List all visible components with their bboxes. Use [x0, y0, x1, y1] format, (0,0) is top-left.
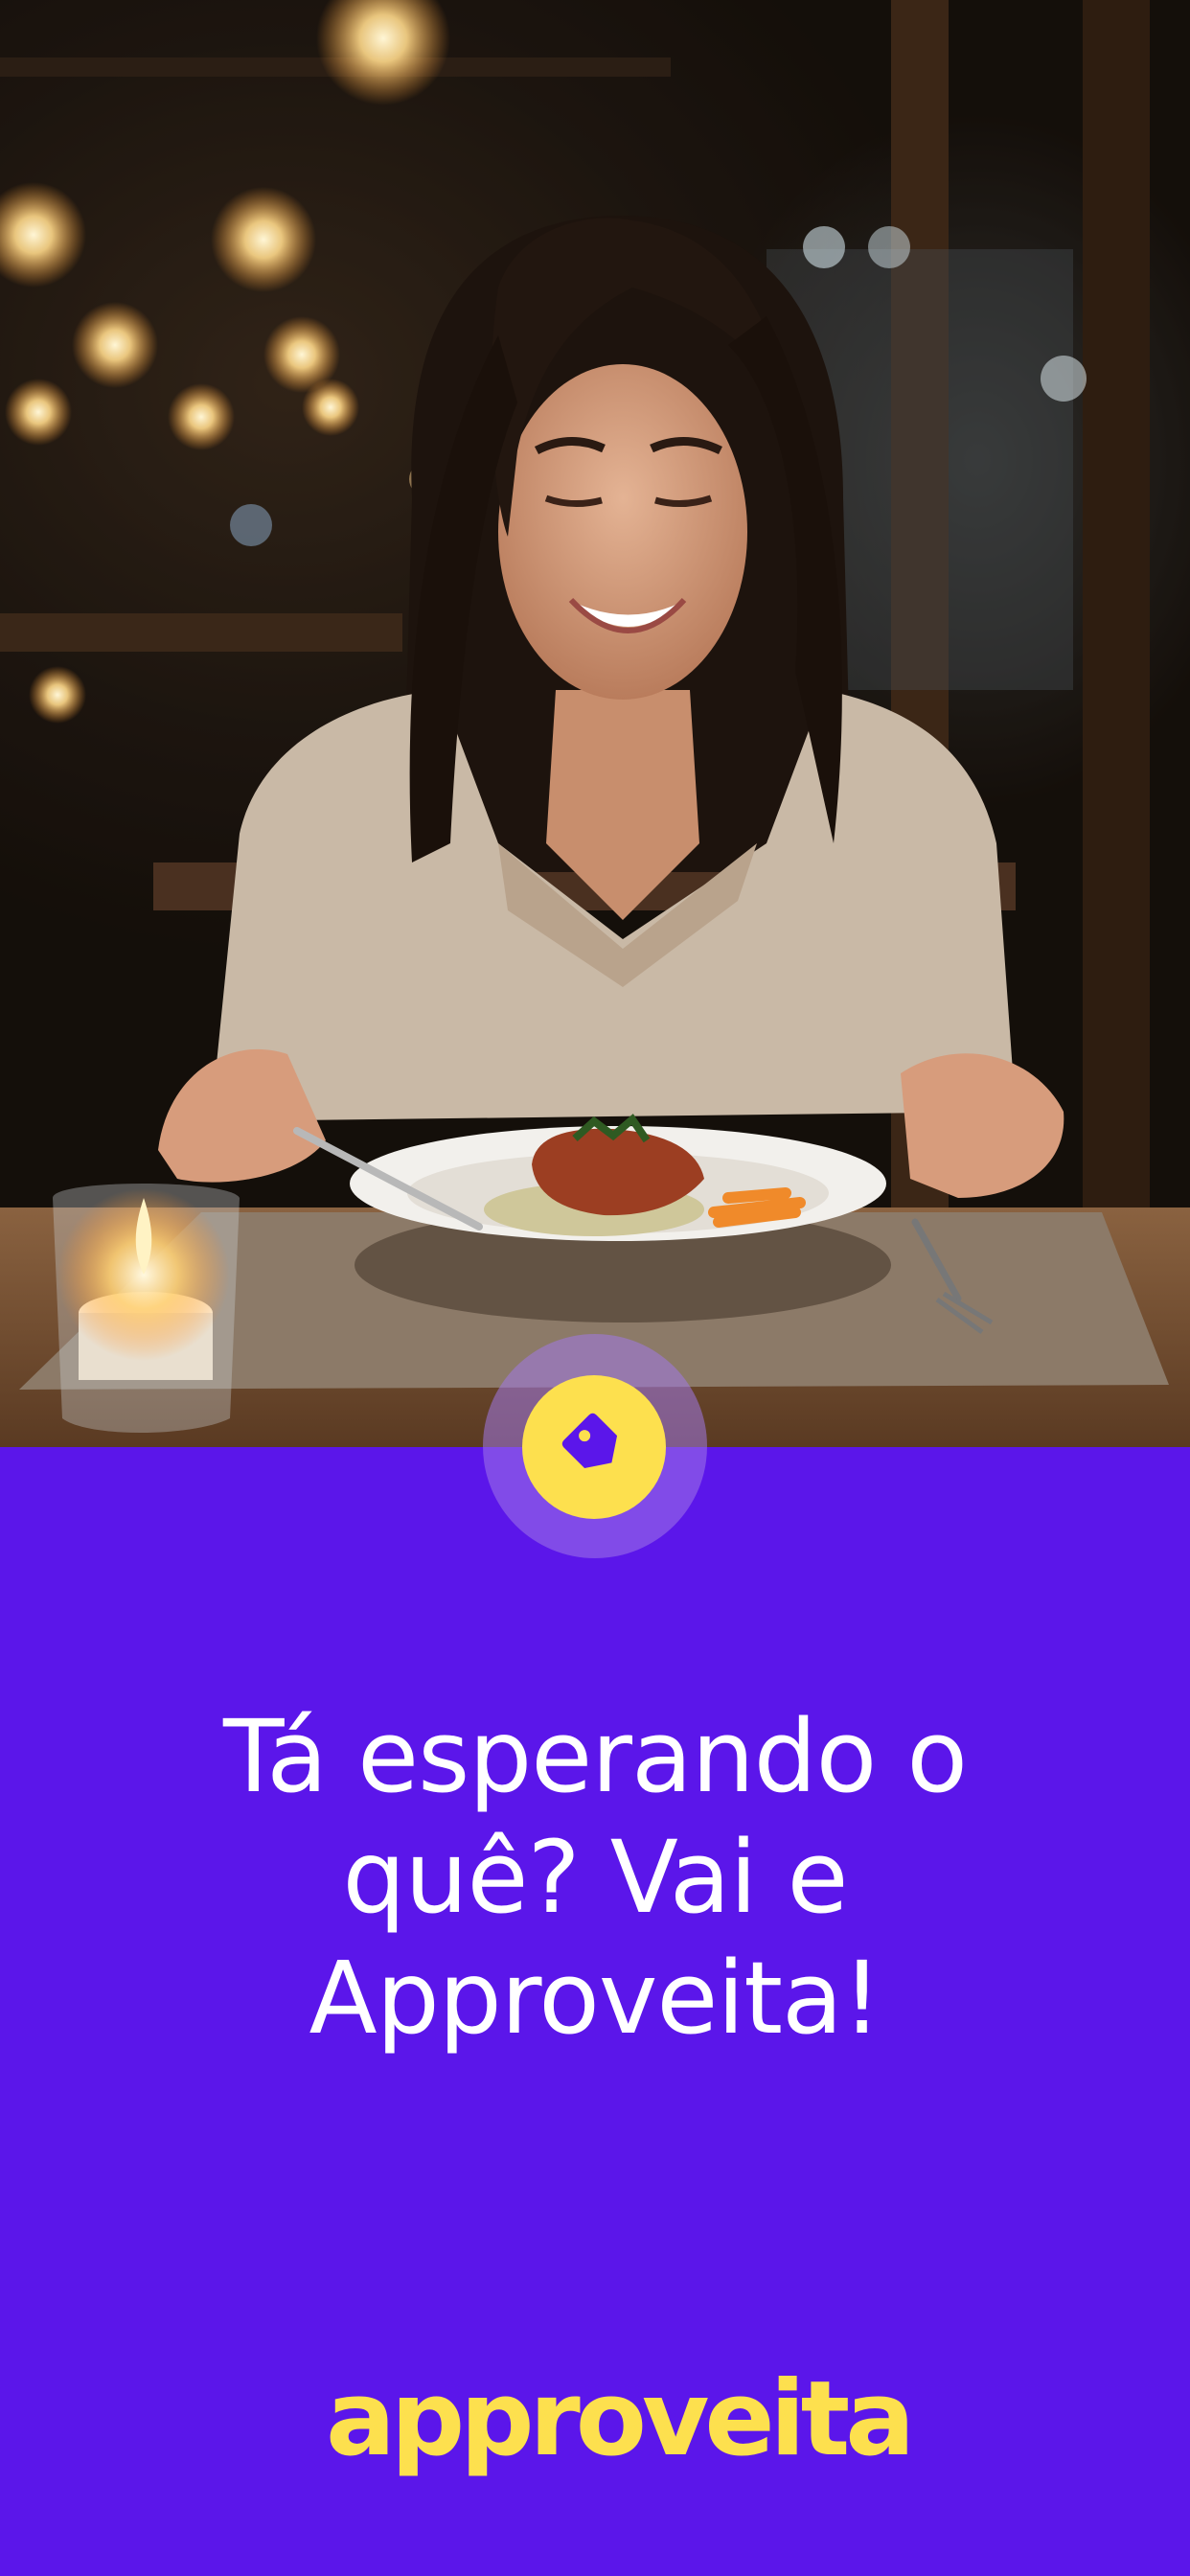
headline-line-3: Approveita! — [309, 1940, 882, 2057]
hero-illustration — [0, 0, 1190, 1447]
approveita-logo: approveita — [326, 2359, 915, 2479]
price-tag-badge — [522, 1375, 666, 1519]
headline: Tá esperando o quê? Vai e Approveita! — [96, 1696, 1094, 2058]
promo-screen: Tá esperando o quê? Vai e Approveita! ap… — [0, 0, 1190, 2576]
headline-line-1: Tá esperando o — [222, 1698, 968, 1815]
price-tag-icon — [558, 1409, 630, 1485]
hero-photo — [0, 0, 1190, 1447]
headline-line-2: quê? Vai e — [342, 1819, 849, 1936]
